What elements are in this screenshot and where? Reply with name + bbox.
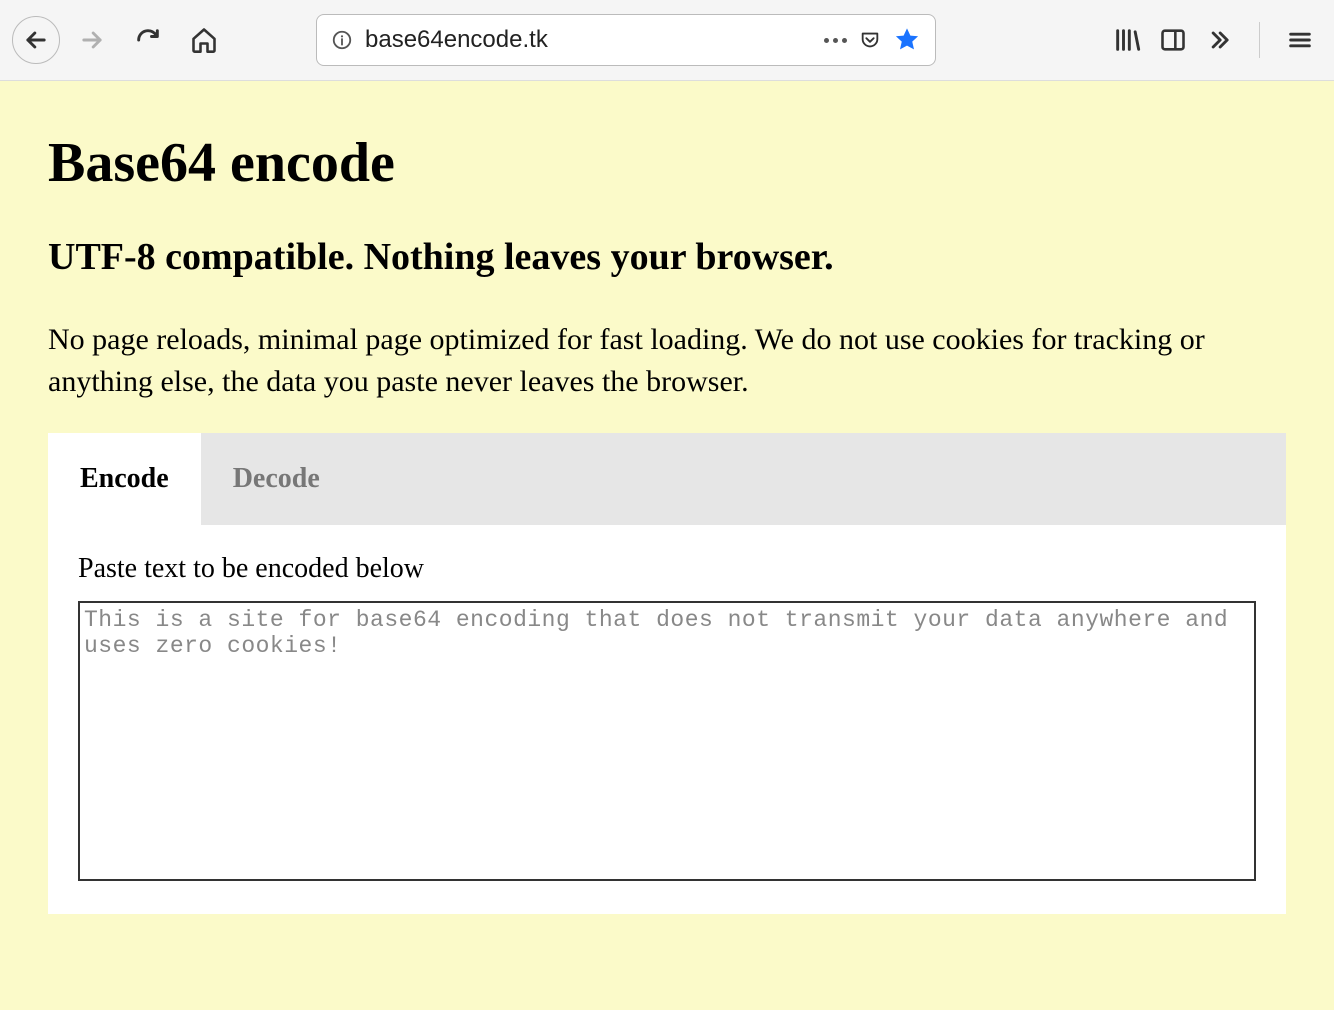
arrow-right-icon [78,26,106,54]
url-bar[interactable]: base64encode.tk [316,14,936,66]
library-icon[interactable] [1113,26,1141,54]
arrow-left-icon [22,26,50,54]
browser-toolbar: base64encode.tk [0,0,1334,80]
toolbar-divider [1259,22,1260,58]
sidebar-icon[interactable] [1159,26,1187,54]
app-content: Base64 encode UTF-8 compatible. Nothing … [0,80,1334,1010]
menu-icon[interactable] [1286,26,1314,54]
encode-input[interactable] [78,601,1256,881]
reload-icon [134,26,162,54]
page-actions-icon[interactable] [824,38,847,43]
page-description: No page reloads, minimal page optimized … [48,319,1286,403]
page-subtitle: UTF-8 compatible. Nothing leaves your br… [48,235,1286,279]
url-text: base64encode.tk [365,26,812,54]
forward-button[interactable] [68,16,116,64]
more-tools-icon[interactable] [1205,26,1233,54]
info-icon[interactable] [331,29,353,51]
page-title: Base64 encode [48,131,1286,195]
back-button[interactable] [12,16,60,64]
input-label: Paste text to be encoded below [78,553,1256,585]
home-icon [190,26,218,54]
tabs: Encode Decode [48,433,1286,525]
tab-content: Paste text to be encoded below [48,525,1286,914]
home-button[interactable] [180,16,228,64]
bookmark-star-icon[interactable] [893,26,921,54]
tab-decode[interactable]: Decode [201,433,352,525]
reload-button[interactable] [124,16,172,64]
pocket-icon[interactable] [859,29,881,51]
tab-encode[interactable]: Encode [48,433,201,525]
toolbar-right [1113,22,1322,58]
